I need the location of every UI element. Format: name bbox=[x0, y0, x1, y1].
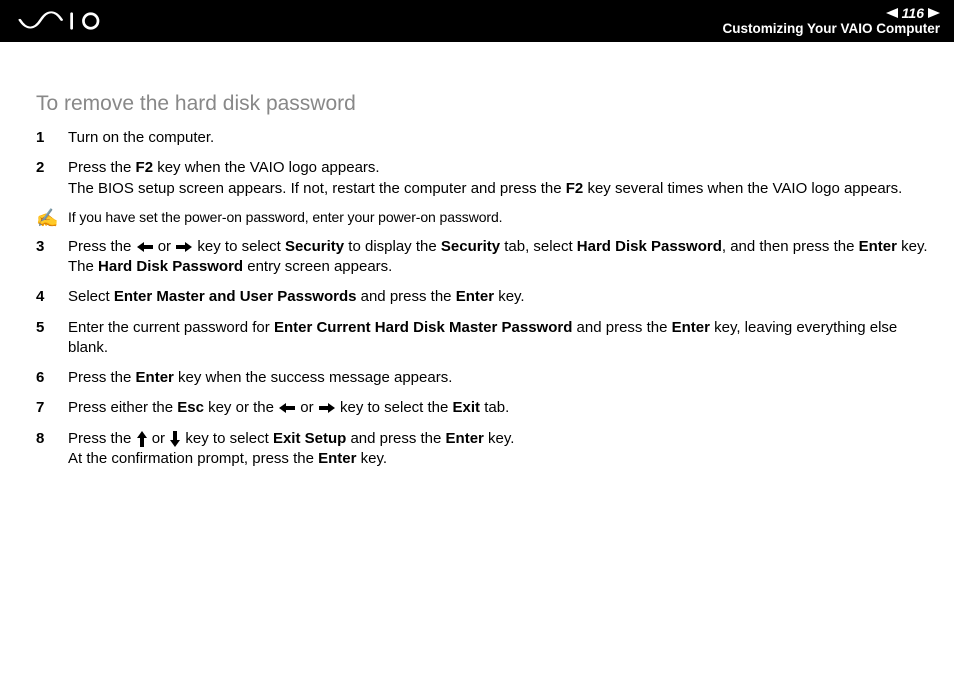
step-2: 2 Press the F2 key when the VAIO logo ap… bbox=[36, 158, 932, 199]
step-3: 3 Press the or key to select Security to… bbox=[36, 237, 932, 278]
step-6: 6 Press the Enter key when the success m… bbox=[36, 368, 932, 388]
step-num: 7 bbox=[36, 398, 68, 418]
arrow-up-icon bbox=[137, 431, 147, 447]
step-body: Press the or key to select Exit Setup an… bbox=[68, 429, 932, 470]
arrow-right-icon bbox=[176, 242, 192, 252]
arrow-right-icon bbox=[319, 403, 335, 413]
note: ✍ If you have set the power-on password,… bbox=[36, 209, 932, 227]
step-4: 4 Select Enter Master and User Passwords… bbox=[36, 287, 932, 307]
step-body: Turn on the computer. bbox=[68, 128, 932, 148]
step-body: Press the F2 key when the VAIO logo appe… bbox=[68, 158, 932, 199]
header-right: 116 Customizing Your VAIO Computer bbox=[722, 6, 940, 36]
step-body: Press either the Esc key or the or key t… bbox=[68, 398, 932, 418]
step-num: 8 bbox=[36, 429, 68, 449]
header: 116 Customizing Your VAIO Computer bbox=[0, 0, 954, 42]
note-text: If you have set the power-on password, e… bbox=[68, 209, 502, 225]
step-body: Press the or key to select Security to d… bbox=[68, 237, 932, 278]
arrow-down-icon bbox=[170, 431, 180, 447]
page-title: To remove the hard disk password bbox=[36, 92, 932, 116]
arrow-left-icon bbox=[137, 242, 153, 252]
step-num: 1 bbox=[36, 128, 68, 148]
section-name: Customizing Your VAIO Computer bbox=[722, 21, 940, 36]
page-number: 116 bbox=[902, 6, 924, 20]
step-7: 7 Press either the Esc key or the or key… bbox=[36, 398, 932, 418]
step-num: 5 bbox=[36, 318, 68, 338]
prev-page-arrow-icon[interactable] bbox=[886, 8, 898, 18]
step-num: 3 bbox=[36, 237, 68, 257]
note-icon: ✍ bbox=[36, 209, 68, 227]
step-num: 4 bbox=[36, 287, 68, 307]
vaio-logo bbox=[18, 0, 109, 42]
step-num: 6 bbox=[36, 368, 68, 388]
step-body: Select Enter Master and User Passwords a… bbox=[68, 287, 932, 307]
step-num: 2 bbox=[36, 158, 68, 178]
step-8: 8 Press the or key to select Exit Setup … bbox=[36, 429, 932, 470]
page-nav: 116 bbox=[722, 6, 940, 20]
content: To remove the hard disk password 1 Turn … bbox=[0, 42, 954, 469]
arrow-left-icon bbox=[279, 403, 295, 413]
step-1: 1 Turn on the computer. bbox=[36, 128, 932, 148]
next-page-arrow-icon[interactable] bbox=[928, 8, 940, 18]
step-body: Press the Enter key when the success mes… bbox=[68, 368, 932, 388]
step-body: Enter the current password for Enter Cur… bbox=[68, 318, 932, 359]
steps-list: 1 Turn on the computer. 2 Press the F2 k… bbox=[36, 128, 932, 469]
step-5: 5 Enter the current password for Enter C… bbox=[36, 318, 932, 359]
